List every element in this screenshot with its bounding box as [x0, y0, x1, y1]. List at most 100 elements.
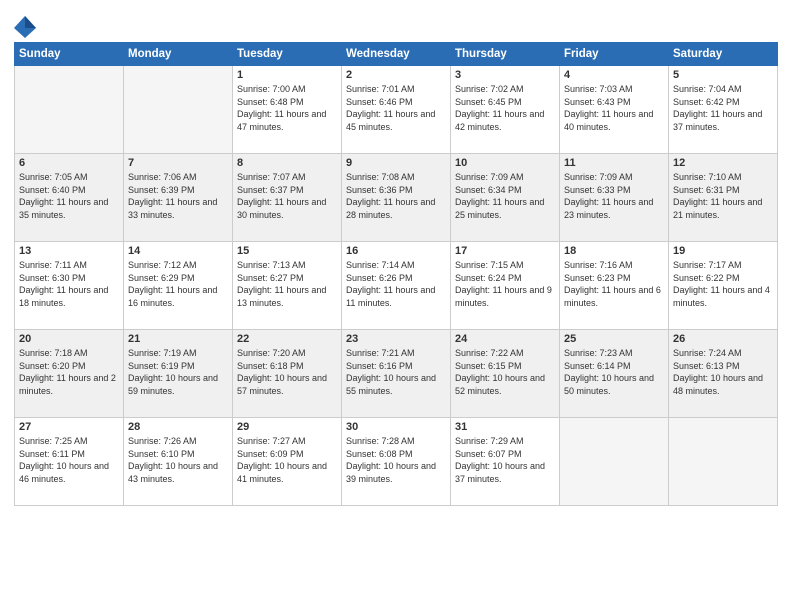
- col-header-saturday: Saturday: [669, 43, 778, 66]
- cell-info: Sunrise: 7:12 AM Sunset: 6:29 PM Dayligh…: [128, 259, 228, 309]
- calendar-cell: [560, 418, 669, 506]
- calendar-cell: 21Sunrise: 7:19 AM Sunset: 6:19 PM Dayli…: [124, 330, 233, 418]
- day-number: 23: [346, 333, 446, 345]
- day-number: 7: [128, 157, 228, 169]
- calendar-cell: 2 Sunrise: 7:01 AM Sunset: 6:46 PM Daylig…: [342, 66, 451, 154]
- calendar-cell: 8 Sunrise: 7:07 AM Sunset: 6:37 PM Daylig…: [233, 154, 342, 242]
- calendar-cell: 14 Sunrise: 7:12 AM Sunset: 6:29 PM Dayli…: [124, 242, 233, 330]
- cell-info: Sunrise: 7:24 AM Sunset: 6:13 PM Dayligh…: [673, 347, 773, 397]
- cell-info: Sunrise: 7:03 AM Sunset: 6:43 PM Dayligh…: [564, 83, 664, 133]
- day-number: 6: [19, 157, 119, 169]
- day-number: 4: [564, 69, 664, 81]
- day-number: 3: [455, 69, 555, 81]
- calendar-cell: 12Sunrise: 7:10 AM Sunset: 6:31 PM Dayli…: [669, 154, 778, 242]
- cell-info: Sunrise: 7:13 AM Sunset: 6:27 PM Dayligh…: [237, 259, 337, 309]
- calendar-cell: 11 Sunrise: 7:09 AM Sunset: 6:33 PM Dayli…: [560, 154, 669, 242]
- day-number: 13: [19, 245, 119, 257]
- day-number: 14: [128, 245, 228, 257]
- day-number: 9: [346, 157, 446, 169]
- day-number: 19: [673, 245, 773, 257]
- calendar-cell: 13 Sunrise: 7:11 AM Sunset: 6:30 PM Dayli…: [15, 242, 124, 330]
- cell-info: Sunrise: 7:07 AM Sunset: 6:37 PM Dayligh…: [237, 171, 337, 221]
- calendar-cell: 5 Sunrise: 7:04 AM Sunset: 6:42 PM Daylig…: [669, 66, 778, 154]
- calendar-cell: 27 Sunrise: 7:25 AM Sunset: 6:11 PM Dayli…: [15, 418, 124, 506]
- day-number: 27: [19, 421, 119, 433]
- cell-info: Sunrise: 7:22 AM Sunset: 6:15 PM Dayligh…: [455, 347, 555, 397]
- calendar-cell: 19 Sunrise: 7:17 AM Sunset: 6:22 PM Dayli…: [669, 242, 778, 330]
- cell-info: Sunrise: 7:09 AM Sunset: 6:33 PM Dayligh…: [564, 171, 664, 221]
- day-number: 25: [564, 333, 664, 345]
- calendar-cell: 16Sunrise: 7:14 AM Sunset: 6:26 PM Dayli…: [342, 242, 451, 330]
- calendar-cell: 10Sunrise: 7:09 AM Sunset: 6:34 PM Dayli…: [451, 154, 560, 242]
- calendar-cell: 30Sunrise: 7:28 AM Sunset: 6:08 PM Dayli…: [342, 418, 451, 506]
- calendar-cell: 3 Sunrise: 7:02 AM Sunset: 6:45 PM Daylig…: [451, 66, 560, 154]
- day-number: 18: [564, 245, 664, 257]
- cell-info: Sunrise: 7:01 AM Sunset: 6:46 PM Dayligh…: [346, 83, 446, 133]
- cell-info: Sunrise: 7:11 AM Sunset: 6:30 PM Dayligh…: [19, 259, 119, 309]
- day-number: 2: [346, 69, 446, 81]
- calendar-week-5: 27 Sunrise: 7:25 AM Sunset: 6:11 PM Dayli…: [15, 418, 778, 506]
- cell-info: Sunrise: 7:26 AM Sunset: 6:10 PM Dayligh…: [128, 435, 228, 485]
- day-number: 11: [564, 157, 664, 169]
- calendar-cell: 15Sunrise: 7:13 AM Sunset: 6:27 PM Dayli…: [233, 242, 342, 330]
- calendar-table: SundayMondayTuesdayWednesdayThursdayFrid…: [14, 42, 778, 506]
- calendar-cell: 9 Sunrise: 7:08 AM Sunset: 6:36 PM Daylig…: [342, 154, 451, 242]
- col-header-sunday: Sunday: [15, 43, 124, 66]
- cell-info: Sunrise: 7:06 AM Sunset: 6:39 PM Dayligh…: [128, 171, 228, 221]
- day-number: 24: [455, 333, 555, 345]
- day-number: 29: [237, 421, 337, 433]
- logo-icon: [14, 14, 32, 36]
- header-row: SundayMondayTuesdayWednesdayThursdayFrid…: [15, 43, 778, 66]
- calendar-cell: 28 Sunrise: 7:26 AM Sunset: 6:10 PM Dayli…: [124, 418, 233, 506]
- day-number: 16: [346, 245, 446, 257]
- day-number: 30: [346, 421, 446, 433]
- cell-info: Sunrise: 7:15 AM Sunset: 6:24 PM Dayligh…: [455, 259, 555, 309]
- calendar-cell: 17 Sunrise: 7:15 AM Sunset: 6:24 PM Dayli…: [451, 242, 560, 330]
- day-number: 20: [19, 333, 119, 345]
- calendar-cell: 29 Sunrise: 7:27 AM Sunset: 6:09 PM Dayli…: [233, 418, 342, 506]
- day-number: 17: [455, 245, 555, 257]
- cell-info: Sunrise: 7:27 AM Sunset: 6:09 PM Dayligh…: [237, 435, 337, 485]
- day-number: 31: [455, 421, 555, 433]
- logo: [14, 14, 35, 36]
- cell-info: Sunrise: 7:18 AM Sunset: 6:20 PM Dayligh…: [19, 347, 119, 397]
- cell-info: Sunrise: 7:20 AM Sunset: 6:18 PM Dayligh…: [237, 347, 337, 397]
- calendar-cell: 18 Sunrise: 7:16 AM Sunset: 6:23 PM Dayli…: [560, 242, 669, 330]
- calendar-cell: 26 Sunrise: 7:24 AM Sunset: 6:13 PM Dayli…: [669, 330, 778, 418]
- col-header-tuesday: Tuesday: [233, 43, 342, 66]
- day-number: 1: [237, 69, 337, 81]
- day-number: 12: [673, 157, 773, 169]
- cell-info: Sunrise: 7:17 AM Sunset: 6:22 PM Dayligh…: [673, 259, 773, 309]
- cell-info: Sunrise: 7:19 AM Sunset: 6:19 PM Dayligh…: [128, 347, 228, 397]
- cell-info: Sunrise: 7:16 AM Sunset: 6:23 PM Dayligh…: [564, 259, 664, 309]
- calendar-cell: 25 Sunrise: 7:23 AM Sunset: 6:14 PM Dayli…: [560, 330, 669, 418]
- day-number: 8: [237, 157, 337, 169]
- calendar-week-4: 20 Sunrise: 7:18 AM Sunset: 6:20 PM Dayli…: [15, 330, 778, 418]
- calendar-cell: 20 Sunrise: 7:18 AM Sunset: 6:20 PM Dayli…: [15, 330, 124, 418]
- cell-info: Sunrise: 7:02 AM Sunset: 6:45 PM Dayligh…: [455, 83, 555, 133]
- calendar-cell: [669, 418, 778, 506]
- cell-info: Sunrise: 7:04 AM Sunset: 6:42 PM Dayligh…: [673, 83, 773, 133]
- calendar-cell: 31 Sunrise: 7:29 AM Sunset: 6:07 PM Dayli…: [451, 418, 560, 506]
- calendar-week-1: 1 Sunrise: 7:00 AM Sunset: 6:48 PM Daylig…: [15, 66, 778, 154]
- cell-info: Sunrise: 7:29 AM Sunset: 6:07 PM Dayligh…: [455, 435, 555, 485]
- col-header-monday: Monday: [124, 43, 233, 66]
- cell-info: Sunrise: 7:23 AM Sunset: 6:14 PM Dayligh…: [564, 347, 664, 397]
- day-number: 28: [128, 421, 228, 433]
- cell-info: Sunrise: 7:08 AM Sunset: 6:36 PM Dayligh…: [346, 171, 446, 221]
- calendar-cell: 4 Sunrise: 7:03 AM Sunset: 6:43 PM Daylig…: [560, 66, 669, 154]
- col-header-friday: Friday: [560, 43, 669, 66]
- calendar-week-3: 13 Sunrise: 7:11 AM Sunset: 6:30 PM Dayli…: [15, 242, 778, 330]
- calendar-page: SundayMondayTuesdayWednesdayThursdayFrid…: [0, 0, 792, 612]
- day-number: 26: [673, 333, 773, 345]
- col-header-thursday: Thursday: [451, 43, 560, 66]
- calendar-cell: 7 Sunrise: 7:06 AM Sunset: 6:39 PM Daylig…: [124, 154, 233, 242]
- cell-info: Sunrise: 7:00 AM Sunset: 6:48 PM Dayligh…: [237, 83, 337, 133]
- header: [14, 10, 778, 36]
- col-header-wednesday: Wednesday: [342, 43, 451, 66]
- cell-info: Sunrise: 7:05 AM Sunset: 6:40 PM Dayligh…: [19, 171, 119, 221]
- cell-info: Sunrise: 7:21 AM Sunset: 6:16 PM Dayligh…: [346, 347, 446, 397]
- calendar-cell: 6 Sunrise: 7:05 AM Sunset: 6:40 PM Daylig…: [15, 154, 124, 242]
- cell-info: Sunrise: 7:25 AM Sunset: 6:11 PM Dayligh…: [19, 435, 119, 485]
- day-number: 5: [673, 69, 773, 81]
